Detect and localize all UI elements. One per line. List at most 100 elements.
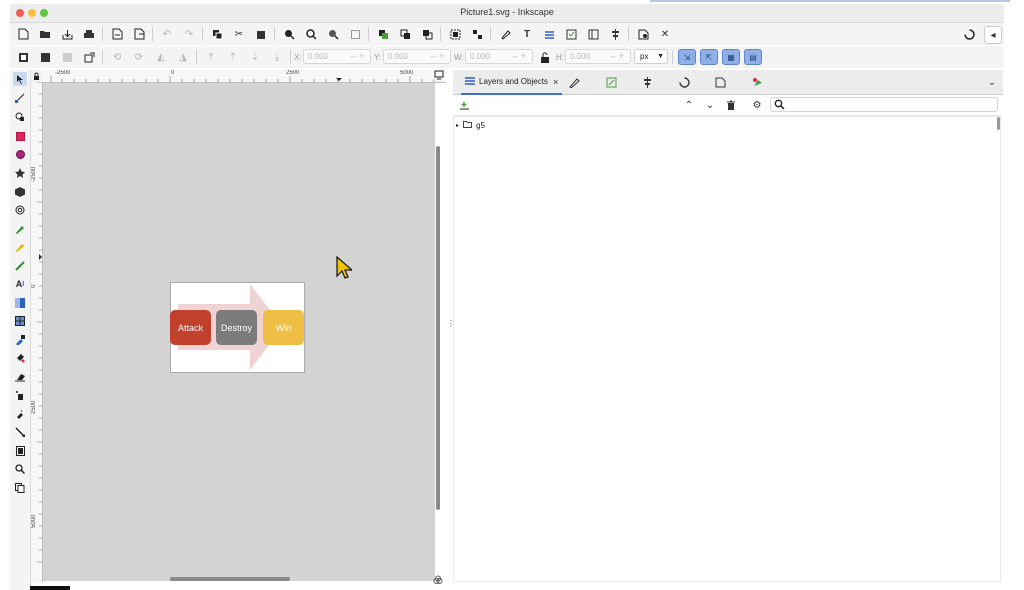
raise-to-top-icon[interactable]: ⤒ (204, 50, 218, 64)
measure-tool-icon[interactable] (13, 481, 27, 495)
canvas-horizontal-scrollbar[interactable] (170, 577, 290, 581)
preferences-doc-icon[interactable] (636, 27, 650, 41)
touch-select-icon[interactable] (82, 50, 96, 64)
lock-icon[interactable] (538, 50, 552, 64)
select-all-icon[interactable] (16, 50, 30, 64)
tweak-tool-icon[interactable] (13, 110, 27, 124)
rectangle-tool-icon[interactable] (13, 129, 27, 143)
expand-arrow-icon[interactable]: ▸ (456, 122, 459, 129)
pages-tool-icon[interactable] (13, 444, 27, 458)
tab-layers-and-objects[interactable]: Layers and Objects × (461, 70, 563, 95)
export-icon[interactable] (132, 27, 146, 41)
spinner-icon[interactable] (962, 27, 976, 41)
align-tab-icon[interactable] (640, 75, 654, 89)
copy-icon[interactable] (210, 27, 224, 41)
collapse-toolbar-icon[interactable]: ◂ (984, 26, 1002, 44)
rotate-cw-icon[interactable]: ⟳ (132, 50, 146, 64)
unlink-clone-icon[interactable] (420, 27, 434, 41)
fill-stroke-tab-icon[interactable] (567, 75, 581, 89)
save-icon[interactable] (60, 27, 74, 41)
rotate-ccw-icon[interactable]: ⟲ (110, 50, 124, 64)
trash-icon[interactable] (724, 98, 738, 112)
spray-paint-icon[interactable] (13, 407, 27, 421)
pen-tool-icon[interactable] (13, 222, 27, 236)
chevron-down-icon[interactable]: ⌄ (985, 75, 999, 89)
align-distribute-icon[interactable] (608, 27, 622, 41)
display-mode-icon[interactable] (434, 70, 444, 82)
text-font-icon[interactable]: T (520, 27, 534, 41)
clone-icon[interactable] (398, 27, 412, 41)
canvas-vertical-scrollbar[interactable] (436, 146, 440, 510)
fill-stroke-icon[interactable] (498, 27, 512, 41)
lower-icon[interactable]: ⇣ (248, 50, 262, 64)
swatches-tab-icon[interactable] (750, 75, 764, 89)
horizontal-ruler[interactable]: -2500 0 2500 5000 (42, 70, 446, 83)
attack-box[interactable]: Attack (170, 310, 211, 345)
transform-tab-icon[interactable] (677, 75, 691, 89)
undo-icon[interactable]: ↶ (160, 27, 174, 41)
group-icon[interactable] (448, 27, 462, 41)
print-icon[interactable] (82, 27, 96, 41)
zoom-page-icon[interactable] (326, 27, 340, 41)
deselect-icon[interactable] (60, 50, 74, 64)
vertical-ruler[interactable]: -2500 0 2500 5000 (31, 82, 43, 582)
flip-vertical-icon[interactable]: ◮ (176, 50, 190, 64)
layers-icon[interactable] (542, 27, 556, 41)
xml-editor-icon[interactable] (564, 27, 578, 41)
export-tab-icon[interactable] (604, 75, 618, 89)
spiral-tool-icon[interactable] (13, 203, 27, 217)
paint-bucket-tool-icon[interactable] (13, 351, 27, 365)
connector-tool-icon[interactable] (13, 425, 27, 439)
ellipse-tool-icon[interactable] (13, 147, 27, 161)
move-up-icon[interactable]: ⌃ (682, 98, 696, 112)
width-field[interactable]: 0.000 –+ (465, 49, 533, 64)
panel-splitter-handle[interactable]: ⋮ (447, 320, 455, 332)
y-field[interactable]: 0.000 –+ (383, 49, 451, 64)
node-tool-icon[interactable] (13, 91, 27, 105)
redo-icon[interactable]: ↷ (182, 27, 196, 41)
import-icon[interactable] (110, 27, 124, 41)
move-down-icon[interactable]: ⌄ (703, 98, 717, 112)
open-folder-icon[interactable] (38, 27, 52, 41)
select-all-layers-icon[interactable] (38, 50, 52, 64)
scale-corners-toggle[interactable]: ⇱ (700, 49, 718, 65)
document-tab-icon[interactable] (713, 75, 727, 89)
close-icon[interactable]: × (553, 77, 558, 87)
mesh-tool-icon[interactable] (13, 314, 27, 328)
panel-scrollbar[interactable] (997, 117, 1000, 130)
search-input[interactable] (770, 97, 998, 112)
dropper-tool-icon[interactable] (13, 333, 27, 347)
height-field[interactable]: 0.000 –+ (565, 49, 631, 64)
destroy-box[interactable]: Destroy (216, 310, 257, 345)
document-properties-icon[interactable] (586, 27, 600, 41)
eraser-tool-icon[interactable] (13, 370, 27, 384)
raise-icon[interactable]: ⇡ (226, 50, 240, 64)
calligraphy-tool-icon[interactable] (13, 259, 27, 273)
zoom-drawing-icon[interactable] (304, 27, 318, 41)
add-layer-icon[interactable] (457, 98, 471, 112)
zoom-fit-icon[interactable] (348, 27, 362, 41)
zoom-selection-icon[interactable] (282, 27, 296, 41)
duplicate-icon[interactable] (376, 27, 390, 41)
preferences-icon[interactable]: ✕ (658, 27, 672, 41)
move-patterns-toggle[interactable]: ▤ (744, 49, 762, 65)
gradient-tool-icon[interactable] (13, 296, 27, 310)
win-box[interactable]: Win (263, 310, 304, 345)
lower-to-bottom-icon[interactable]: ⤓ (270, 50, 284, 64)
star-tool-icon[interactable] (13, 166, 27, 180)
pencil-tool-icon[interactable] (13, 240, 27, 254)
3d-box-tool-icon[interactable] (13, 185, 27, 199)
paste-icon[interactable] (254, 27, 268, 41)
spray-tool-icon[interactable] (13, 388, 27, 402)
flip-horizontal-icon[interactable]: ◭ (154, 50, 168, 64)
ungroup-icon[interactable] (470, 27, 484, 41)
scale-stroke-toggle[interactable]: ⇲ (678, 49, 696, 65)
unit-select[interactable]: px ▼ (634, 49, 668, 64)
x-field[interactable]: 0.000 –+ (303, 49, 371, 64)
selector-tool-icon[interactable] (13, 72, 27, 86)
move-gradients-toggle[interactable]: ▦ (722, 49, 740, 65)
zoom-tool-icon[interactable] (13, 462, 27, 476)
cut-icon[interactable]: ✂ (232, 27, 246, 41)
tree-row-g5[interactable]: ▸ g5 (456, 119, 485, 131)
text-tool-icon[interactable]: AI (13, 277, 27, 291)
